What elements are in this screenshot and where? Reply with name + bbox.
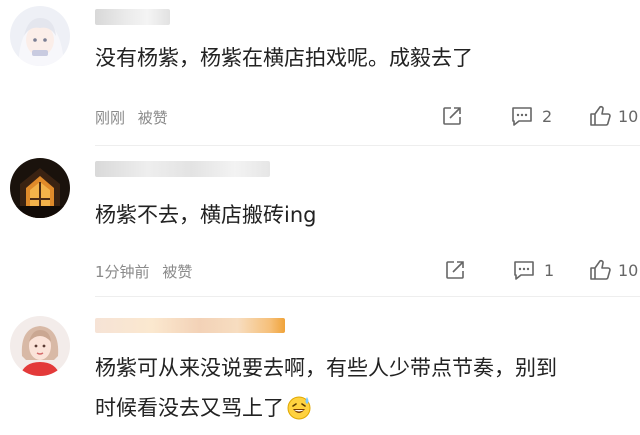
comment-text-line-2: 时候看没去又骂上了 [95, 393, 312, 428]
thumbs-up-icon [590, 105, 611, 126]
share-icon [443, 107, 461, 125]
like-count: 10 [618, 106, 639, 126]
thumbs-up-icon [590, 259, 611, 280]
avatar[interactable] [10, 158, 70, 218]
comment-button[interactable]: 1 [512, 259, 554, 281]
grinning-sweat-emoji [286, 394, 312, 428]
comment-text: 没有杨紫，杨紫在横店拍戏呢。成毅去了 [95, 46, 473, 70]
avatar[interactable] [10, 6, 70, 66]
comment-icon [514, 261, 534, 280]
username-blurred[interactable] [95, 161, 270, 177]
like-count: 10 [618, 260, 639, 280]
comment-count: 1 [544, 260, 555, 280]
comment-meta: 刚刚 被赞 [95, 107, 168, 128]
share-button[interactable] [441, 105, 463, 127]
comment-time: 刚刚 [95, 109, 126, 127]
share-button[interactable] [444, 259, 466, 281]
comment-text-line-2-content: 时候看没去又骂上了 [95, 396, 284, 420]
comment-icon [512, 107, 532, 126]
divider [95, 296, 640, 297]
comment-2: 杨紫不去，横店搬砖ing 1分钟前 被赞 1 10 [0, 150, 640, 295]
username-blurred[interactable] [95, 9, 170, 25]
comment-button[interactable]: 2 [510, 105, 552, 127]
anime-girl-avatar [10, 6, 70, 66]
liked-label: 被赞 [137, 109, 168, 127]
comment-meta: 1分钟前 被赞 [95, 261, 192, 282]
avatar[interactable] [10, 316, 70, 376]
comment-count: 2 [542, 106, 553, 126]
comment-text-line-1: 杨紫可从来没说要去啊，有些人少带点节奏，别到 [95, 356, 557, 380]
like-button[interactable]: 10 [588, 104, 638, 128]
comment-text: 杨紫不去，横店搬砖ing [95, 203, 317, 227]
comment-1: 没有杨紫，杨紫在横店拍戏呢。成毅去了 刚刚 被赞 2 10 [0, 0, 640, 145]
window-night-avatar [10, 158, 70, 218]
liked-label: 被赞 [162, 263, 193, 281]
woman-photo-avatar [10, 316, 70, 376]
comment-time: 1分钟前 [95, 263, 150, 281]
share-icon [446, 261, 464, 279]
like-button[interactable]: 10 [588, 258, 638, 282]
comment-3: 杨紫可从来没说要去啊，有些人少带点节奏，别到 时候看没去又骂上了 [0, 300, 640, 435]
username-blurred[interactable] [95, 318, 285, 333]
divider [95, 145, 640, 146]
